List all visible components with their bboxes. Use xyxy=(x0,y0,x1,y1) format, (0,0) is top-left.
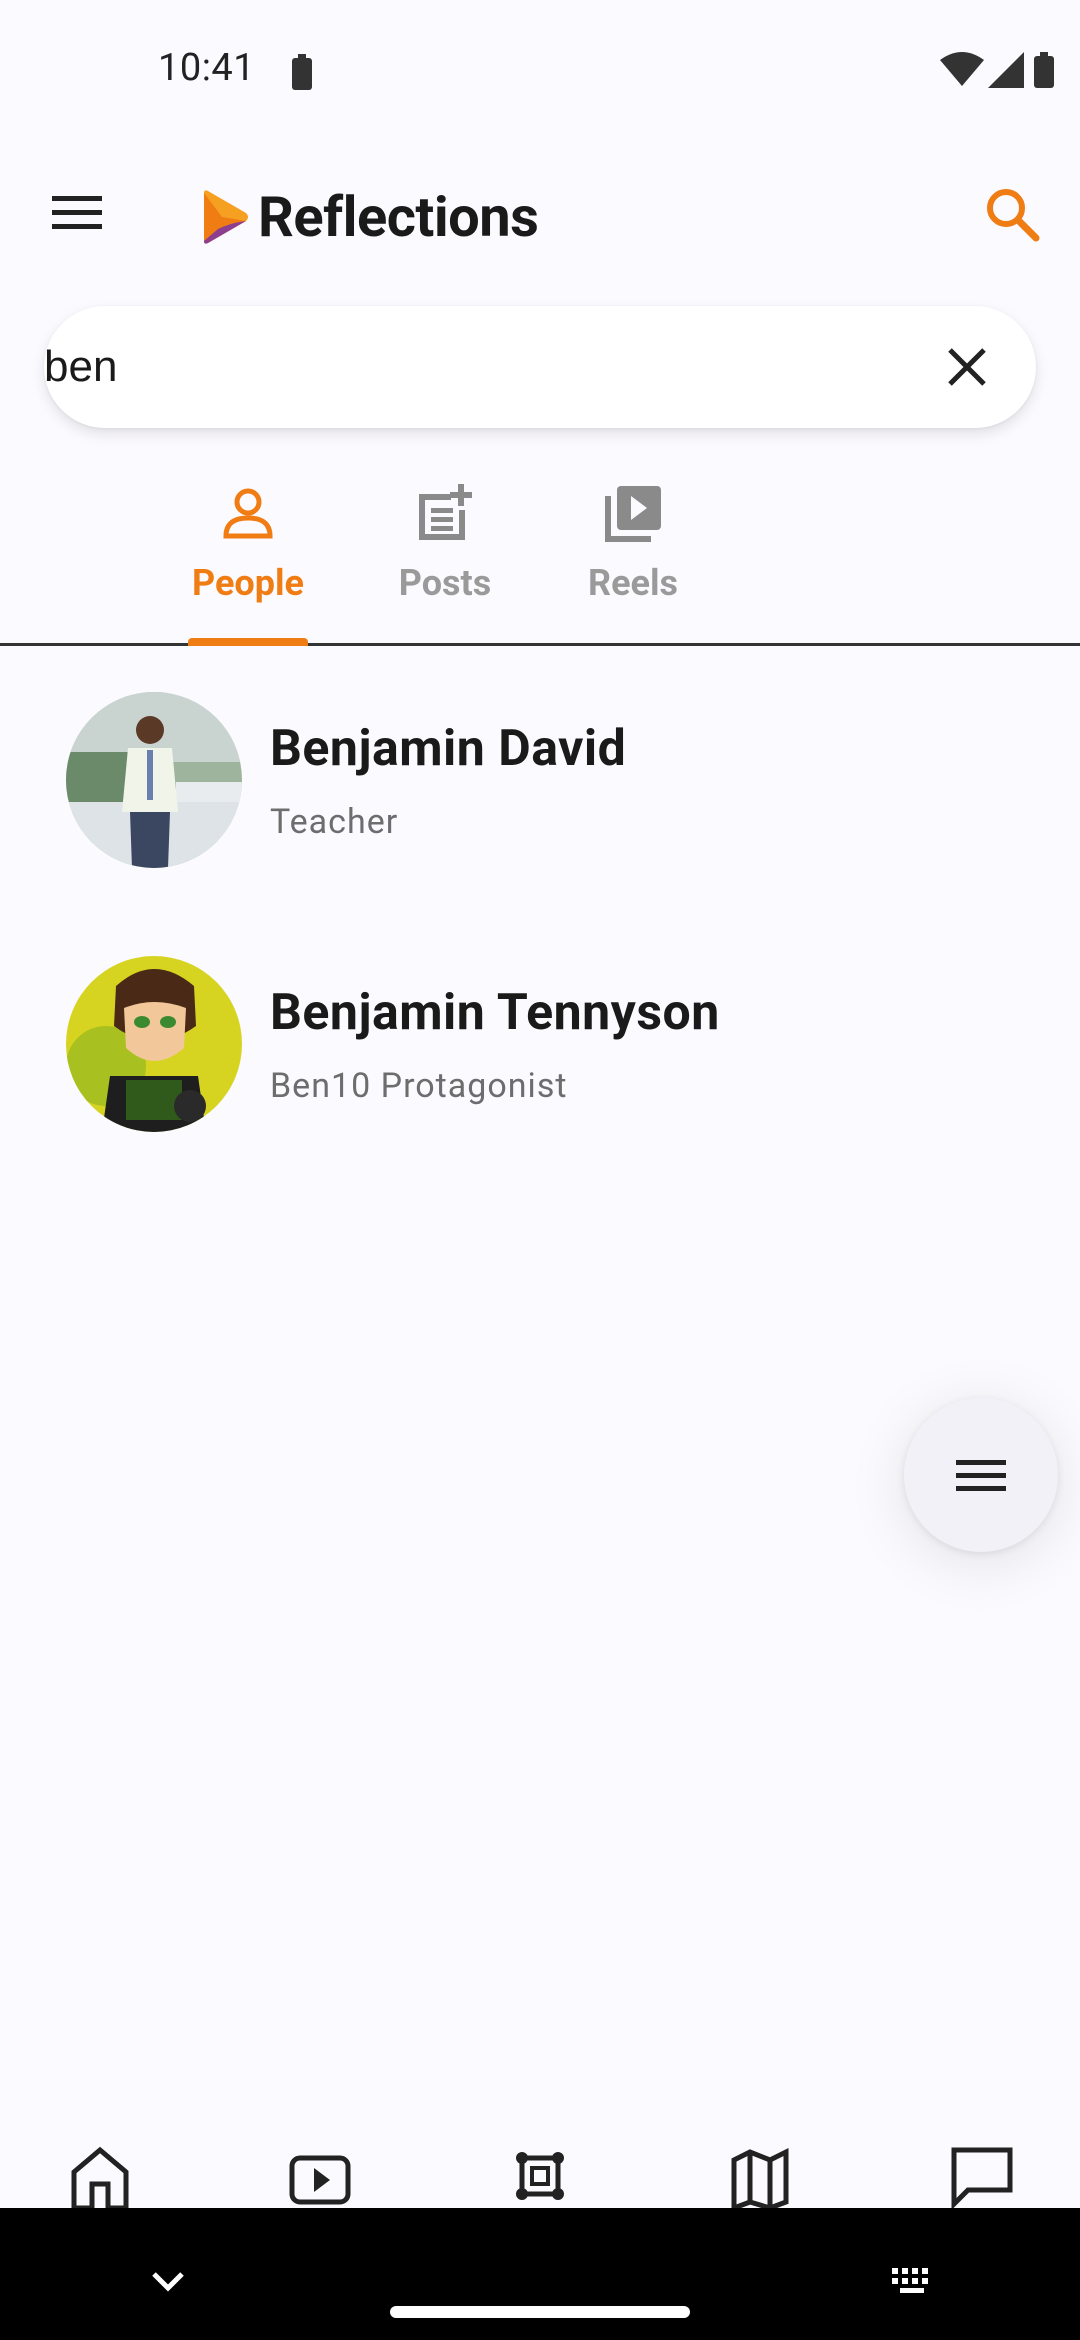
avatar-photo xyxy=(66,956,242,1132)
avatar xyxy=(66,692,242,868)
list-item[interactable]: Benjamin Tennyson Ben10 Protagonist xyxy=(0,944,1080,1144)
logo-play-icon xyxy=(204,190,248,244)
tab-label-posts: Posts xyxy=(398,562,492,604)
person-name: Benjamin Tennyson xyxy=(270,984,720,1042)
status-bar: 10:41 xyxy=(0,0,1080,140)
person-subtitle: Teacher xyxy=(270,802,399,842)
app-title: Reflections xyxy=(258,184,539,250)
close-icon[interactable] xyxy=(942,342,992,392)
tab-posts[interactable]: Posts xyxy=(380,470,510,646)
menu-icon xyxy=(956,1460,1006,1491)
keyboard-icon[interactable] xyxy=(890,2266,934,2296)
tab-people[interactable]: People xyxy=(168,470,328,646)
chevron-down-icon[interactable] xyxy=(150,2270,186,2294)
search-icon[interactable] xyxy=(982,184,1042,244)
person-name: Benjamin David xyxy=(270,720,627,778)
play-icon[interactable] xyxy=(288,2144,352,2208)
wifi-icon xyxy=(940,52,984,86)
avatar xyxy=(66,956,242,1132)
result-tabs: People Posts Reels xyxy=(0,470,1080,646)
app-logo: Reflections xyxy=(200,184,539,250)
home-gesture-pill[interactable] xyxy=(390,2306,690,2318)
tab-reels[interactable]: Reels xyxy=(568,470,698,646)
battery-icon-right xyxy=(1034,52,1054,88)
scan-icon[interactable] xyxy=(508,2144,572,2208)
tab-label-people: People xyxy=(192,562,304,604)
post-add-icon xyxy=(419,484,472,540)
list-item[interactable]: Benjamin David Teacher xyxy=(0,680,1080,880)
chat-icon[interactable] xyxy=(950,2144,1014,2208)
bottom-nav xyxy=(0,2130,1080,2208)
video-library-icon xyxy=(605,486,661,542)
search-input[interactable] xyxy=(44,334,904,400)
map-icon[interactable] xyxy=(728,2144,792,2208)
system-nav-bar xyxy=(0,2208,1080,2340)
app-bar: Reflections xyxy=(0,140,1080,290)
person-icon xyxy=(223,488,273,539)
person-subtitle: Ben10 Protagonist xyxy=(270,1066,568,1106)
search-bar xyxy=(44,306,1036,428)
battery-icon xyxy=(292,54,312,90)
avatar-photo xyxy=(66,692,242,868)
fab-menu-button[interactable] xyxy=(904,1398,1058,1552)
home-icon[interactable] xyxy=(68,2144,132,2208)
menu-icon[interactable] xyxy=(48,190,106,236)
signal-icon xyxy=(988,52,1024,88)
tab-indicator xyxy=(188,638,308,646)
status-icons xyxy=(940,50,1080,90)
status-time: 10:41 xyxy=(158,46,256,90)
tab-label-reels: Reels xyxy=(588,562,678,604)
